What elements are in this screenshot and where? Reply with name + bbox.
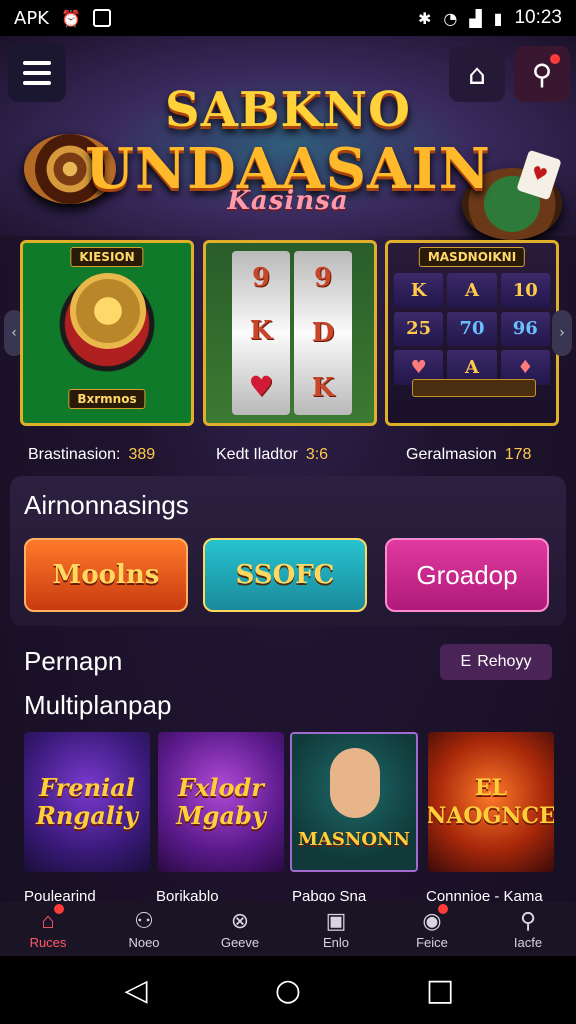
game-card-caption: Kedt Iladtor 3:6 bbox=[216, 446, 328, 464]
nav-label: Noeo bbox=[128, 934, 160, 950]
game-card-caption: Geralmasion 178 bbox=[406, 446, 531, 464]
slot-reel: 9 K ♥ bbox=[232, 251, 290, 415]
reel-symbol: K bbox=[311, 372, 335, 403]
nav-label: Iacfe bbox=[513, 934, 543, 950]
game-card-slot[interactable]: 9 K ♥ 9 D K bbox=[203, 240, 377, 426]
notification-badge bbox=[550, 54, 560, 64]
clock: 10:23 bbox=[514, 7, 562, 28]
game-tile-title: MASNONN bbox=[298, 829, 410, 850]
nav-badge bbox=[437, 904, 448, 914]
slot-cell: 96 bbox=[500, 311, 550, 347]
section-subtitle: Multiplanpap bbox=[24, 690, 172, 720]
back-icon[interactable]: ◁ bbox=[106, 973, 166, 1008]
wallet-icon: ▣ bbox=[325, 907, 347, 933]
game-card-banner: MASDNOIKNI bbox=[418, 247, 526, 267]
wifi-icon: ◔ bbox=[443, 8, 458, 28]
character-portrait bbox=[330, 748, 380, 818]
game-card-count: 178 bbox=[504, 446, 532, 463]
history-button[interactable]: E Rehoyy bbox=[440, 644, 552, 680]
alarm-icon: ⏰ bbox=[60, 8, 81, 28]
system-nav-bar: ◁ ○ □ bbox=[0, 956, 576, 1024]
slot-cell: 10 bbox=[500, 273, 550, 308]
search-icon: ⚲ bbox=[519, 907, 537, 933]
casino-app: ♥ ⌂ ⚲ SABKNO UNDAASAIN Kasinsa ‹ KIESION… bbox=[0, 36, 576, 956]
game-carousel: ‹ KIESION Bxrmnos 9 K ♥ 9 D K MASDNOIKNI… bbox=[0, 240, 576, 472]
games-icon: ⚇ bbox=[134, 907, 154, 933]
reel-symbol: ♥ bbox=[248, 370, 274, 404]
nav-item-search[interactable]: ⚲ Iacfe bbox=[480, 902, 576, 956]
battery-icon: ▮ bbox=[493, 8, 503, 28]
bluetooth-icon: ✱ bbox=[417, 8, 432, 28]
nav-badge bbox=[53, 904, 64, 914]
status-bar: APK ⏰ ✱ ◔ ▟ ▮ 10:23 bbox=[0, 0, 576, 36]
announcements-title: Airnonnasings bbox=[24, 490, 189, 520]
game-card-banner: KIESION bbox=[70, 247, 144, 267]
game-card-button-label: Bxrmnos bbox=[68, 389, 146, 409]
game-tile[interactable]: EL NAOGNCE bbox=[428, 732, 554, 872]
game-card-title: Kedt Iladtor bbox=[216, 446, 298, 463]
carrier-label: APK bbox=[14, 7, 49, 29]
game-card-count: 389 bbox=[128, 446, 156, 463]
nav-label: Ruces bbox=[29, 934, 67, 950]
casino-chip-icon: ⊗ bbox=[230, 907, 250, 933]
history-label: Rehoyy bbox=[477, 653, 532, 670]
image-icon bbox=[92, 9, 111, 27]
game-card-title: Geralmasion bbox=[406, 446, 497, 463]
nav-item-gift[interactable]: ◉ Feice bbox=[384, 902, 480, 956]
reel-symbol: 9 bbox=[313, 263, 333, 294]
game-tile[interactable]: Fxlodr Mgaby bbox=[158, 732, 284, 872]
logo-subtitle: Kasinsa bbox=[227, 186, 349, 216]
section-title: Pernapn bbox=[24, 646, 123, 676]
home-icon: ⌂ bbox=[41, 907, 55, 933]
roulette-wheel-icon bbox=[70, 273, 146, 349]
nav-label: Feice bbox=[416, 934, 448, 950]
slot-control-strip bbox=[412, 379, 536, 397]
bottom-nav: ⌂ Ruces ⚇ Noeo ⊗ Geeve ▣ Enlo ◉ Feice ⚲ … bbox=[0, 902, 576, 956]
slot-cell: A bbox=[447, 273, 497, 308]
group-button[interactable]: Groadop bbox=[385, 538, 549, 612]
nav-item-casino[interactable]: ⊗ Geeve bbox=[192, 902, 288, 956]
game-tile[interactable]: Frenial Rngaliy bbox=[24, 732, 150, 872]
game-card-roulette[interactable]: KIESION Bxrmnos bbox=[20, 240, 194, 426]
logo-line-1: SABKNO bbox=[165, 82, 411, 138]
slot-reels: 9 K ♥ 9 D K bbox=[232, 251, 352, 415]
sport-button[interactable]: SSOFC bbox=[203, 538, 367, 612]
reel-symbol: D bbox=[311, 317, 335, 348]
game-card-slot-machine[interactable]: MASDNOIKNI K A 10 25 70 96 ♥ A ♦ bbox=[385, 240, 559, 426]
game-tile[interactable]: MASNONN bbox=[290, 732, 418, 872]
game-card-count: 3:6 bbox=[305, 446, 329, 463]
nav-label: Geeve bbox=[220, 934, 260, 950]
reel-symbol: K bbox=[249, 316, 273, 347]
nav-item-wallet[interactable]: ▣ Enlo bbox=[288, 902, 384, 956]
nav-label: Enlo bbox=[322, 934, 350, 950]
nav-item-home[interactable]: ⌂ Ruces bbox=[0, 902, 96, 956]
game-card-caption: Brastinasion: 389 bbox=[28, 446, 155, 464]
recents-icon[interactable]: □ bbox=[410, 973, 470, 1008]
slot-cell: 70 bbox=[447, 311, 497, 347]
history-icon: E bbox=[460, 653, 472, 670]
carousel-next-icon[interactable]: › bbox=[552, 310, 572, 356]
slot-cell: K bbox=[394, 273, 444, 308]
hero-header: ♥ ⌂ ⚲ SABKNO UNDAASAIN Kasinsa bbox=[0, 36, 576, 240]
reel-symbol: 9 bbox=[251, 262, 271, 293]
announcements-panel: Airnonnasings Moolns SSOFC Groadop bbox=[10, 476, 566, 626]
home-circle-icon[interactable]: ○ bbox=[258, 973, 318, 1008]
slot-reel: 9 D K bbox=[294, 251, 352, 415]
signal-icon: ▟ bbox=[469, 8, 482, 28]
bonus-button[interactable]: Moolns bbox=[24, 538, 188, 612]
nav-item-games[interactable]: ⚇ Noeo bbox=[96, 902, 192, 956]
slot-grid: K A 10 25 70 96 ♥ A ♦ bbox=[394, 273, 550, 385]
slot-cell: 25 bbox=[394, 311, 444, 347]
game-card-title: Brastinasion: bbox=[28, 446, 121, 463]
